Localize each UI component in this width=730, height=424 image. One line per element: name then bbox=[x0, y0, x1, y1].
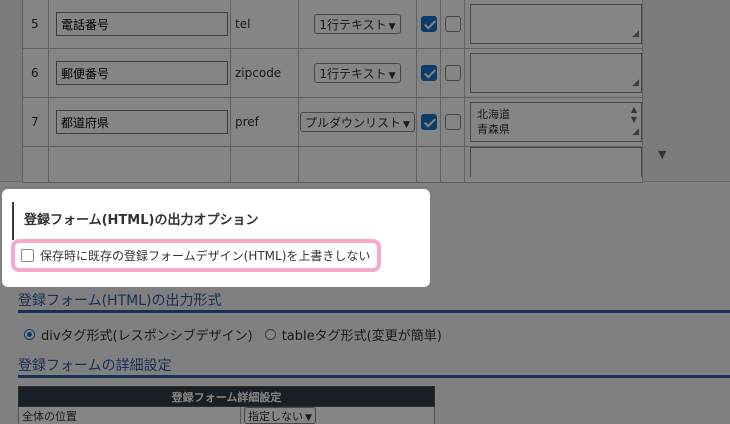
highlight-frame: 保存時に既存の登録フォームデザイン(HTML)を上書きしない bbox=[11, 239, 381, 272]
no-overwrite-label[interactable]: 保存時に既存の登録フォームデザイン(HTML)を上書きしない bbox=[40, 247, 370, 264]
output-options-panel: 登録フォーム(HTML)の出力オプション 保存時に既存の登録フォームデザイン(H… bbox=[2, 189, 430, 287]
no-overwrite-checkbox[interactable] bbox=[21, 249, 34, 262]
panel-title: 登録フォーム(HTML)の出力オプション bbox=[12, 202, 258, 240]
